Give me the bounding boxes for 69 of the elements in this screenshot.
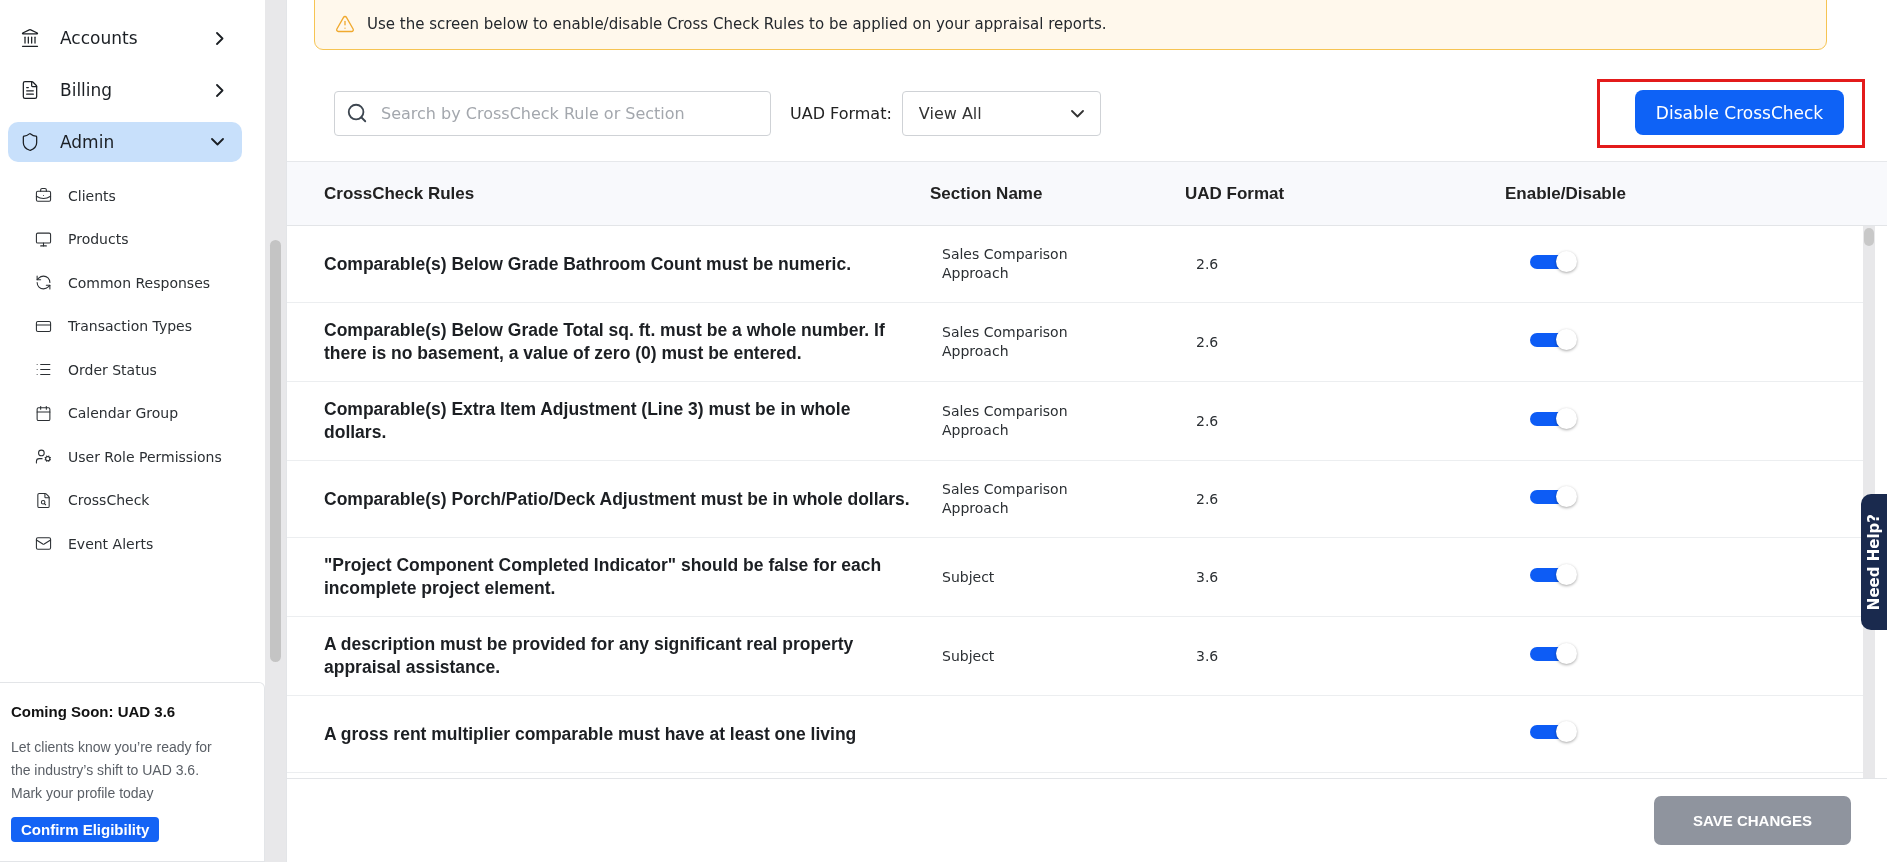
promo-title: Coming Soon: UAD 3.6: [11, 703, 177, 720]
rule-cell-text: Comparable(s) Porch/Patio/Deck Adjustment must be in whole dollars.: [323, 487, 911, 511]
rule-cell-text: A description must be provided for any significant real property appraisal assistance.: [323, 633, 855, 679]
search-field[interactable]: Search by CrossCheck Rule or Section: [334, 91, 771, 136]
nav-item[interactable]: Admin: [8, 122, 242, 162]
promo-text: Let clients know you’re ready for the industry’s shift to UAD 3.6. Mark your profile today: [11, 738, 213, 803]
rule-cell-text: Comparable(s) Below Grade Bathroom Count must be numeric.: [323, 252, 853, 276]
section-cell-text: Subject: [941, 646, 996, 666]
section-cell-text: Sales Comparison Approach: [941, 245, 1069, 283]
mail-icon: [35, 535, 52, 553]
column-header: CrossCheck Rules: [323, 183, 476, 204]
format-cell-text: 3.6: [1195, 569, 1220, 585]
section-cell-text: Sales Comparison Approach: [941, 480, 1069, 518]
help-tab[interactable]: Need Help?: [1861, 494, 1887, 630]
rule-cell-text: A gross rent multiplier comparable must have at least one living: [323, 722, 858, 746]
chevron-down-icon: [1070, 109, 1084, 118]
warning-icon: [335, 14, 355, 34]
format-cell-text: 3.6: [1195, 648, 1220, 664]
nav-subitem[interactable]: Products: [8, 217, 266, 261]
toggle-switch[interactable]: [1530, 251, 1578, 273]
chevron-down-icon: [211, 138, 224, 146]
section-cell-text: Sales Comparison Approach: [941, 323, 1069, 361]
toggle-switch[interactable]: [1530, 408, 1578, 430]
column-header: UAD Format: [1184, 183, 1286, 204]
nav-subitem[interactable]: Event Alerts: [8, 522, 266, 566]
column-header: Section Name: [930, 183, 1044, 204]
section-cell-text: Subject: [941, 567, 996, 587]
nav-subitem[interactable]: User Role Permissions: [8, 435, 266, 479]
nav-subitem[interactable]: CrossCheck: [8, 478, 266, 522]
nav-item[interactable]: Accounts: [8, 18, 242, 58]
scrollbar-thumb[interactable]: [1864, 228, 1874, 246]
toggle-switch[interactable]: [1530, 486, 1578, 508]
nav-subitem[interactable]: Common Responses: [8, 261, 266, 305]
briefcase-icon: [35, 187, 52, 205]
nav-subitem[interactable]: Order Status: [8, 348, 266, 392]
column-header: Enable/Disable: [1504, 183, 1627, 204]
file-search-icon: [35, 491, 52, 509]
chevron-right-icon: [216, 83, 224, 97]
toggle-switch[interactable]: [1530, 721, 1578, 743]
section-cell-text: Sales Comparison Approach: [941, 402, 1069, 440]
format-cell-text: 2.6: [1195, 334, 1220, 350]
nav-subitem[interactable]: Clients: [8, 174, 266, 218]
format-cell-text: 2.6: [1195, 413, 1220, 429]
user-gear-icon: [35, 448, 52, 466]
nav-subitem[interactable]: Transaction Types: [8, 304, 266, 348]
format-select[interactable]: View All: [901, 91, 1101, 136]
refresh-icon: [35, 274, 52, 292]
scrollbar-thumb[interactable]: [270, 240, 281, 662]
rule-cell-text: "Project Component Completed Indicator" should be false for each incomplete project element.: [323, 554, 883, 600]
format-cell-text: 2.6: [1195, 256, 1220, 272]
toggle-switch[interactable]: [1530, 643, 1578, 665]
notice-text: Use the screen below to enable/disable Cross Check Rules to be applied on your appraisal reports.: [367, 15, 1107, 33]
bank-icon: [20, 28, 40, 48]
disable-crosscheck-button[interactable]: Disable CrossCheck: [1635, 90, 1844, 135]
toggle-switch[interactable]: [1530, 329, 1578, 351]
confirm-eligibility-button[interactable]: Confirm Eligibility: [11, 817, 160, 842]
rule-cell-text: Comparable(s) Extra Item Adjustment (Line 3) must be in whole dollars.: [323, 398, 852, 444]
calendar-icon: [35, 404, 52, 422]
nav-subitem[interactable]: Calendar Group: [8, 391, 266, 435]
shield-icon: [20, 132, 40, 152]
filter-label: UAD Format:: [790, 104, 892, 123]
chevron-right-icon: [216, 31, 224, 45]
monitor-icon: [35, 230, 52, 248]
rule-cell-text: Comparable(s) Below Grade Total sq. ft. must be a whole number. If there is no basement, a value of zero (0) must be entered.: [323, 319, 886, 365]
toggle-switch[interactable]: [1530, 564, 1578, 586]
nav-item[interactable]: Billing: [8, 70, 242, 110]
search-icon: [346, 102, 368, 124]
format-cell-text: 2.6: [1195, 491, 1220, 507]
document-icon: [20, 80, 40, 100]
